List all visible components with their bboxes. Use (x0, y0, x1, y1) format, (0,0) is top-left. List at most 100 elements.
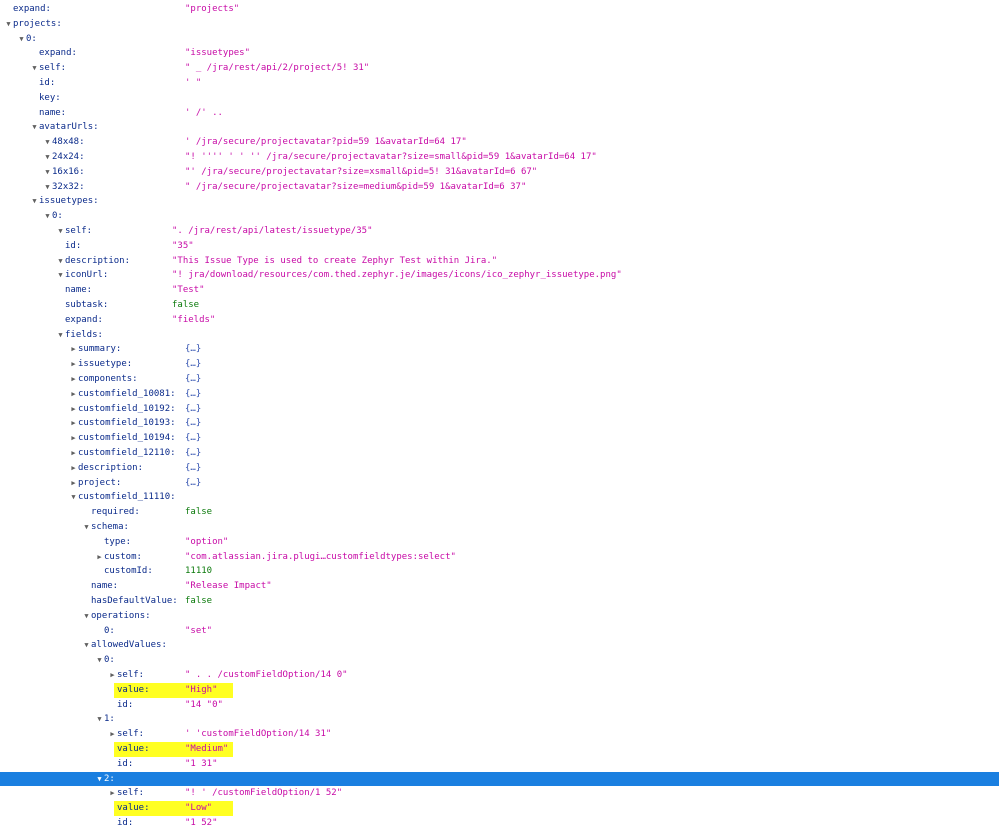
expand-toggle-icon[interactable]: ▼ (30, 61, 39, 76)
json-row[interactable]: ▶ customfield_10081: {…} (0, 387, 999, 402)
json-row[interactable]: ▼ fields: (0, 328, 999, 343)
expand-toggle-icon[interactable]: ▼ (43, 150, 52, 165)
json-row[interactable]: expand: "fields" (0, 313, 999, 328)
expand-toggle-icon[interactable]: ▼ (43, 209, 52, 224)
json-row[interactable]: name: "Release Impact" (0, 579, 999, 594)
json-row[interactable]: id: "14 "0" (0, 698, 999, 713)
json-row[interactable]: ▼ operations: (0, 609, 999, 624)
expand-toggle-icon[interactable]: ▼ (17, 32, 26, 47)
json-row[interactable]: value: "Low" (0, 801, 999, 817)
json-row[interactable]: id: ' " (0, 76, 999, 91)
json-key: expand: (13, 4, 51, 14)
json-row[interactable]: ▼ 48x48: ' /jra/secure/projectavatar?pid=5… (0, 135, 999, 150)
json-row[interactable]: ▼ 0: (0, 653, 999, 668)
json-row[interactable]: id: "1 52" (0, 816, 999, 831)
expand-toggle-icon[interactable]: ▼ (56, 254, 65, 269)
collapse-toggle-icon[interactable]: ▶ (69, 387, 78, 402)
expand-toggle-icon[interactable]: ▼ (95, 772, 104, 787)
collapse-toggle-icon[interactable]: ▶ (69, 357, 78, 372)
collapse-toggle-icon[interactable]: ▶ (69, 431, 78, 446)
json-row[interactable]: name: "Test" (0, 283, 999, 298)
json-row[interactable]: key: (0, 91, 999, 106)
json-row[interactable]: ▼ 16x16: "' /jra/secure/projectavatar?size… (0, 165, 999, 180)
collapse-toggle-icon[interactable]: ▶ (108, 786, 117, 801)
json-row[interactable]: ▼ 0: (0, 32, 999, 47)
json-row[interactable]: 0: "set" (0, 624, 999, 639)
json-row[interactable]: ▶ customfield_10192: {…} (0, 402, 999, 417)
json-row[interactable]: ▶ self: "! ' /customFieldOption/1 52" (0, 786, 999, 801)
json-row[interactable]: ▶ self: " . . /customFieldOption/14 0" (0, 668, 999, 683)
json-row[interactable]: ▶ customfield_10193: {…} (0, 416, 999, 431)
json-row[interactable]: ▶ custom: "com.atlassian.jira.plugi…custom… (0, 550, 999, 565)
expand-toggle-icon[interactable]: ▼ (4, 17, 13, 32)
expand-toggle-icon[interactable]: ▼ (82, 609, 91, 624)
collapse-toggle-icon[interactable]: ▶ (108, 727, 117, 742)
json-key: id: (117, 699, 134, 710)
json-row[interactable]: name: ' /' .. (0, 106, 999, 121)
json-row[interactable]: ▼ 32x32: " /jra/secure/projectavatar?size=… (0, 180, 999, 195)
json-row[interactable]: ▼ 2: (0, 771, 999, 787)
collapse-toggle-icon[interactable]: ▶ (69, 342, 78, 357)
json-row[interactable]: customId: 11110 (0, 564, 999, 579)
json-row[interactable]: hasDefaultValue: false (0, 594, 999, 609)
json-row[interactable]: ▼ allowedValues: (0, 638, 999, 653)
json-value: "Medium" (185, 744, 229, 754)
json-row[interactable]: ▼ customfield_11110: (0, 490, 999, 505)
expand-toggle-icon[interactable]: ▼ (30, 194, 39, 209)
collapse-toggle-icon[interactable]: ▶ (69, 476, 78, 491)
json-row[interactable]: ▶ issuetype: {…} (0, 357, 999, 372)
expand-toggle-icon[interactable]: ▼ (56, 224, 65, 239)
json-row[interactable]: ▼ self: ". /jra/rest/api/latest/issuetype/… (0, 224, 999, 239)
expand-toggle-icon[interactable]: ▼ (43, 135, 52, 150)
collapse-toggle-icon[interactable]: ▶ (69, 446, 78, 461)
expand-toggle-icon[interactable]: ▼ (56, 328, 65, 343)
json-key: expand: (39, 48, 77, 59)
expand-toggle-icon[interactable]: ▼ (95, 712, 104, 727)
json-row[interactable]: id: "1 31" (0, 757, 999, 772)
json-row[interactable]: type: "option" (0, 535, 999, 550)
json-row[interactable]: expand: "issuetypes" (0, 46, 999, 61)
json-row[interactable]: ▶ self: ' 'customFieldOption/14 31" (0, 727, 999, 742)
json-value: {…} (185, 462, 202, 473)
json-row[interactable]: ▶ summary: {…} (0, 342, 999, 357)
json-value: "Release Impact" (185, 581, 272, 592)
json-row[interactable]: ▼ issuetypes: (0, 194, 999, 209)
json-row[interactable]: ▼ iconUrl: "! jra/download/resources/com.t… (0, 268, 999, 283)
json-row[interactable]: id: "35" (0, 239, 999, 254)
json-row[interactable]: value: "Medium" (0, 742, 999, 757)
json-row[interactable]: ▼ 24x24: "! '''' ' ' '' /jra/secure/projec… (0, 150, 999, 165)
expand-toggle-icon[interactable]: ▼ (69, 490, 78, 505)
collapse-toggle-icon[interactable]: ▶ (69, 402, 78, 417)
expand-toggle-icon[interactable]: ▼ (56, 268, 65, 283)
json-row[interactable]: ▼ 1: (0, 712, 999, 727)
expand-toggle-icon[interactable]: ▼ (30, 120, 39, 135)
json-row[interactable]: ▼ description: "This Issue Type is used to… (0, 254, 999, 269)
collapse-toggle-icon[interactable]: ▶ (69, 461, 78, 476)
json-value: {…} (185, 344, 202, 355)
json-row[interactable]: ▶ customfield_12110: {…} (0, 446, 999, 461)
json-row[interactable]: ▼ self: " _ /jra/rest/api/2/project/5! 31" (0, 61, 999, 76)
json-row[interactable]: ▼ avatarUrls: (0, 120, 999, 135)
json-key: schema: (91, 522, 129, 532)
expand-toggle-icon[interactable]: ▼ (43, 180, 52, 195)
expand-toggle-icon[interactable]: ▼ (43, 165, 52, 180)
collapse-toggle-icon[interactable]: ▶ (95, 550, 104, 565)
json-row[interactable]: subtask: false (0, 298, 999, 313)
json-row[interactable]: ▶ customfield_10194: {…} (0, 431, 999, 446)
json-row[interactable]: ▶ components: {…} (0, 372, 999, 387)
collapse-toggle-icon[interactable]: ▶ (69, 372, 78, 387)
json-row[interactable]: required: false (0, 505, 999, 520)
expand-toggle-icon[interactable]: ▼ (82, 638, 91, 653)
collapse-toggle-icon[interactable]: ▶ (108, 668, 117, 683)
json-key: customfield_10194: (78, 433, 176, 444)
json-row[interactable]: ▶ project: {…} (0, 476, 999, 491)
json-row[interactable]: value: "High" (0, 682, 999, 698)
json-row[interactable]: ▼ schema: (0, 520, 999, 535)
expand-toggle-icon[interactable]: ▼ (82, 520, 91, 535)
json-row[interactable]: ▼ projects: (0, 17, 999, 32)
json-row[interactable]: ▶ description: {…} (0, 461, 999, 476)
json-row[interactable]: ▼ 0: (0, 209, 999, 224)
collapse-toggle-icon[interactable]: ▶ (69, 416, 78, 431)
expand-toggle-icon[interactable]: ▼ (95, 653, 104, 668)
json-row[interactable]: expand: "projects" (0, 2, 999, 17)
